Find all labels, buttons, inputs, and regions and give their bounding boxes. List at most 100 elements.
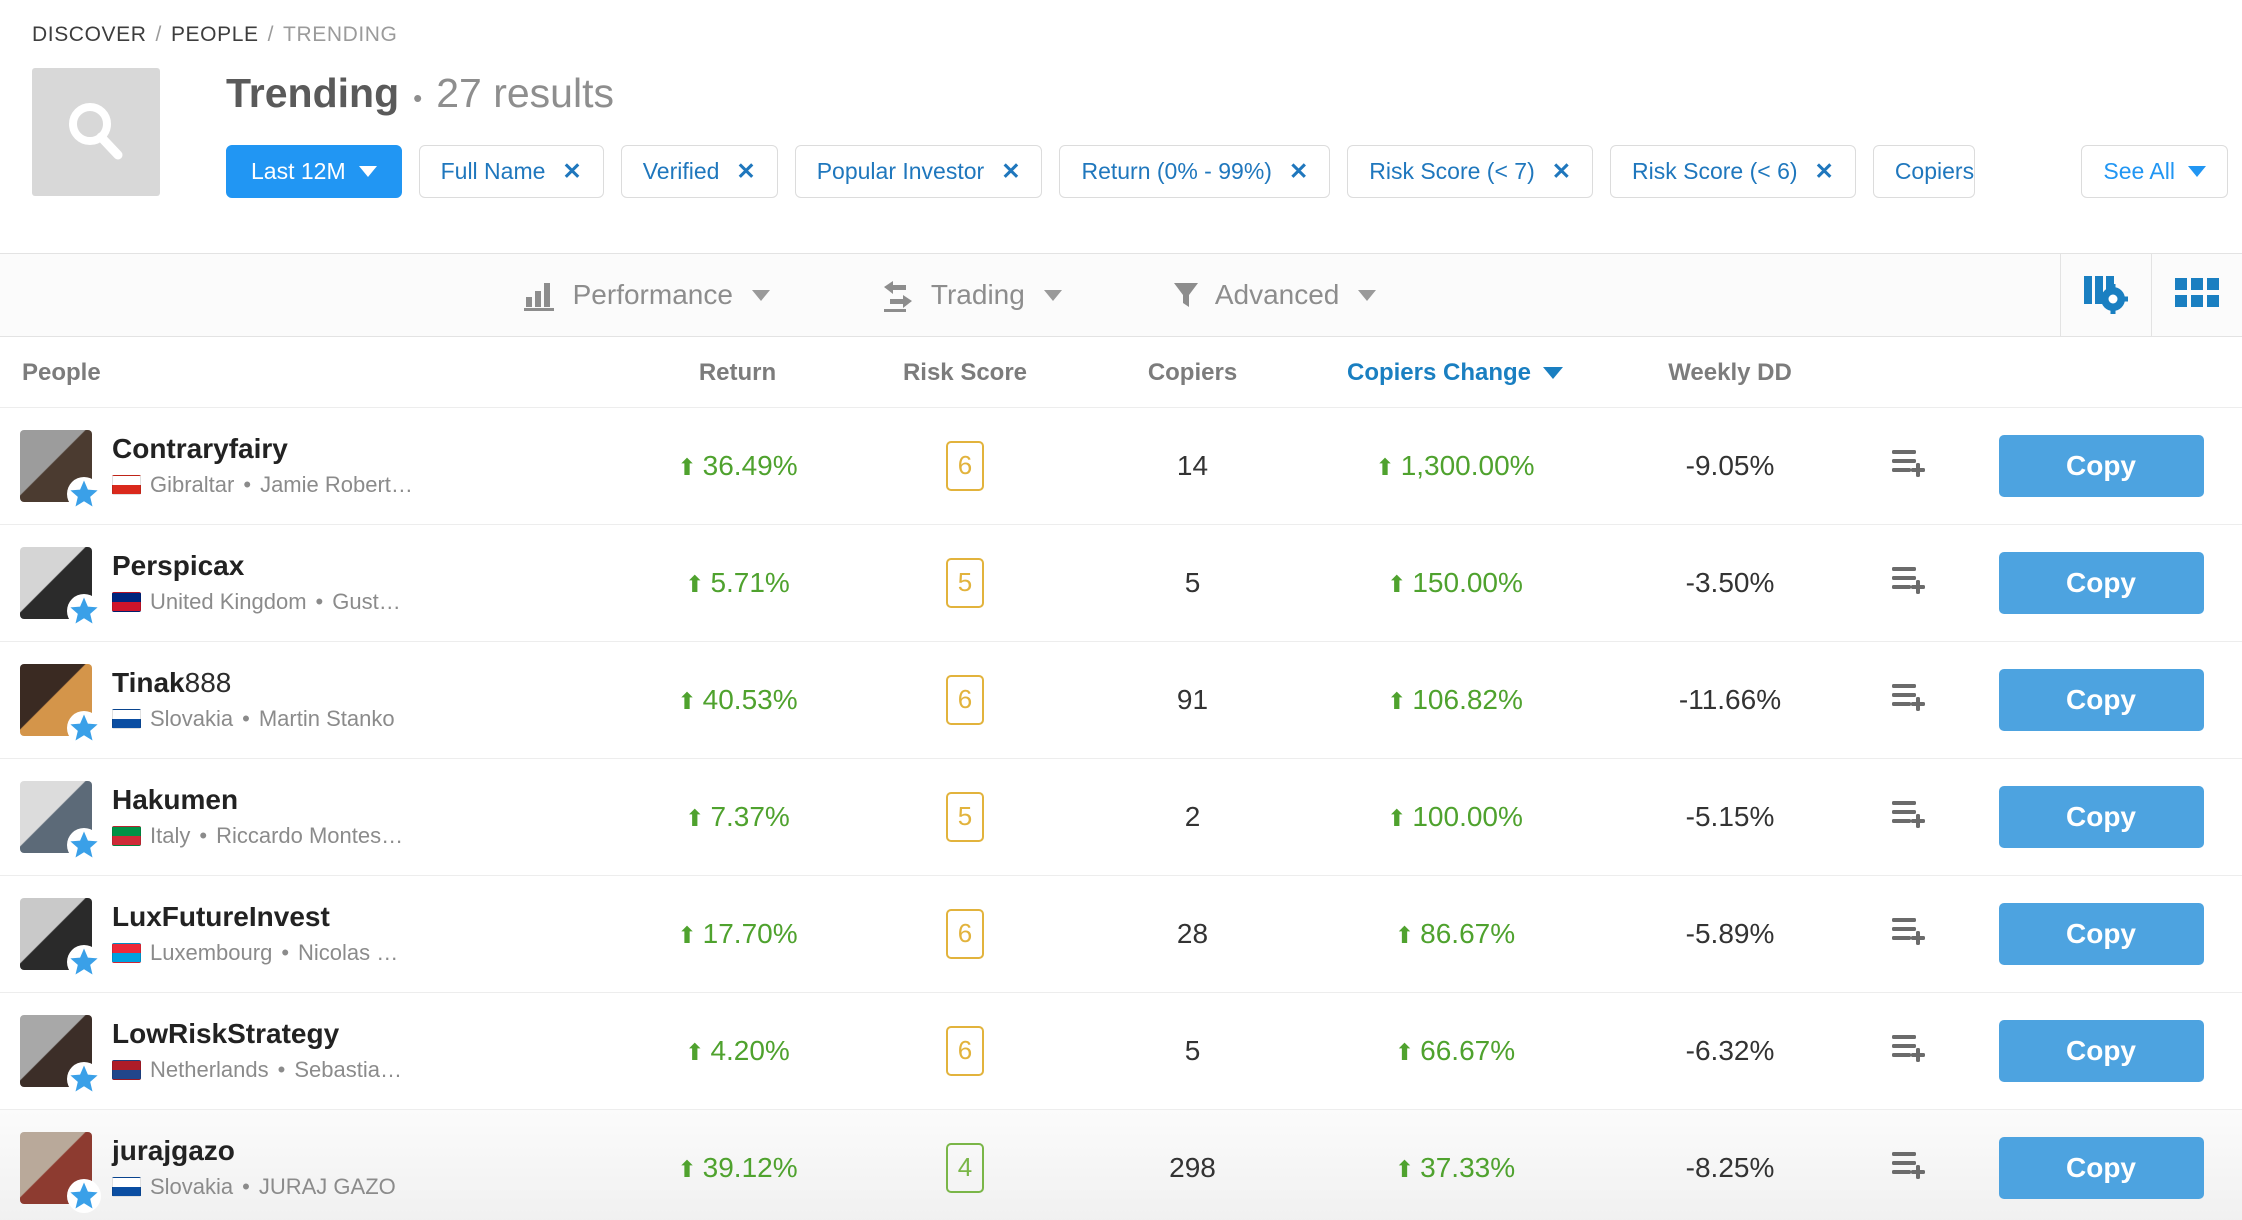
person-real-name: Martin Stanko <box>258 706 395 732</box>
cell-copiers-change: ⬆ 1,300.00% <box>1310 406 1600 524</box>
person-name[interactable]: Contraryfairy <box>112 433 413 465</box>
cell-copy[interactable]: Copy <box>1960 406 2242 524</box>
person-cell[interactable]: Perspicax United Kingdom • Gust… <box>0 546 620 628</box>
avatar[interactable] <box>20 780 101 862</box>
table-row[interactable]: LuxFutureInvest Luxembourg • Nicolas … ⬆ 17.7… <box>0 874 2242 992</box>
column-header-risk-score[interactable]: Risk Score <box>855 337 1075 407</box>
cell-copy[interactable]: Copy <box>1960 757 2242 875</box>
avatar[interactable] <box>20 1014 101 1096</box>
cell-copy[interactable]: Copy <box>1960 1108 2242 1220</box>
cell-person[interactable]: LowRiskStrategy Netherlands • Sebastia… <box>0 991 620 1109</box>
add-to-list-icon[interactable] <box>1890 445 1930 479</box>
person-cell[interactable]: LuxFutureInvest Luxembourg • Nicolas … <box>0 897 620 979</box>
column-header-copiers[interactable]: Copiers <box>1075 337 1310 407</box>
person-cell[interactable]: Tinak888 Slovakia • Martin Stanko <box>0 663 620 745</box>
filter-period-button[interactable]: Last 12M <box>226 144 402 198</box>
cell-person[interactable]: jurajgazo Slovakia • JURAJ GAZO <box>0 1108 620 1220</box>
column-header-return[interactable]: Return <box>620 337 855 407</box>
avatar[interactable] <box>20 1131 101 1213</box>
person-name[interactable]: LuxFutureInvest <box>112 901 398 933</box>
copy-button[interactable]: Copy <box>1998 902 2204 965</box>
risk-score-badge: 6 <box>946 1025 984 1076</box>
grid-view-button[interactable] <box>2151 254 2242 336</box>
cell-person[interactable]: Contraryfairy Gibraltar • Jamie Robert… <box>0 406 620 524</box>
cell-add-to-list[interactable] <box>1860 874 1960 992</box>
table-row[interactable]: Tinak888 Slovakia • Martin Stanko ⬆ 40.53% 6 91… <box>0 640 2242 758</box>
person-name[interactable]: LowRiskStrategy <box>112 1018 402 1050</box>
copy-button[interactable]: Copy <box>1998 551 2204 614</box>
table-row[interactable]: Perspicax United Kingdom • Gust… ⬆ 5.71% 5 5 ⬆ 15… <box>0 523 2242 641</box>
funnel-filter-icon <box>1172 280 1200 310</box>
cell-person[interactable]: Hakumen Italy • Riccardo Montes… <box>0 757 620 875</box>
weekly-dd-value: -8.25% <box>1685 1151 1775 1183</box>
person-name[interactable]: Tinak888 <box>112 667 395 699</box>
return-value: ⬆ 40.53% <box>677 683 798 715</box>
filter-chip-return[interactable]: Return (0% - 99%) ✕ <box>1059 144 1331 198</box>
toolbar-menu-advanced[interactable]: Advanced <box>1172 279 1377 311</box>
filter-chip-full-name[interactable]: Full Name ✕ <box>418 144 604 198</box>
cell-add-to-list[interactable] <box>1860 991 1960 1109</box>
person-cell[interactable]: LowRiskStrategy Netherlands • Sebastia… <box>0 1014 620 1096</box>
avatar[interactable] <box>20 897 101 979</box>
person-cell[interactable]: Hakumen Italy • Riccardo Montes… <box>0 780 620 862</box>
add-to-list-icon[interactable] <box>1890 1147 1930 1181</box>
columns-settings-button[interactable] <box>2060 254 2151 336</box>
table-row[interactable]: jurajgazo Slovakia • JURAJ GAZO ⬆ 39.12% 4 298 ⬆… <box>0 1108 2242 1220</box>
filter-chip-verified[interactable]: Verified ✕ <box>620 144 778 198</box>
add-to-list-icon[interactable] <box>1890 796 1930 830</box>
add-to-list-icon[interactable] <box>1890 679 1930 713</box>
person-meta: Netherlands • Sebastia… <box>112 1057 402 1083</box>
cell-person[interactable]: Perspicax United Kingdom • Gust… <box>0 523 620 641</box>
see-all-filters-button[interactable]: See All <box>2081 144 2228 198</box>
avatar[interactable] <box>20 546 101 628</box>
cell-copy[interactable]: Copy <box>1960 640 2242 758</box>
copy-button[interactable]: Copy <box>1998 434 2204 497</box>
avatar[interactable] <box>20 429 101 511</box>
verified-badge-icon <box>67 476 101 511</box>
cell-add-to-list[interactable] <box>1860 640 1960 758</box>
toolbar-menu-trading[interactable]: Trading <box>880 278 1062 312</box>
cell-person[interactable]: LuxFutureInvest Luxembourg • Nicolas … <box>0 874 620 992</box>
column-header-weekly-dd[interactable]: Weekly DD <box>1600 337 1860 407</box>
column-header-people[interactable]: People <box>0 337 620 407</box>
avatar[interactable] <box>20 663 101 745</box>
toolbar-menu-performance[interactable]: Performance <box>523 279 770 311</box>
close-icon[interactable]: ✕ <box>736 159 755 183</box>
table-row[interactable]: Contraryfairy Gibraltar • Jamie Robert… ⬆ 36.… <box>0 406 2242 524</box>
filter-chip-popular-investor[interactable]: Popular Investor ✕ <box>794 144 1043 198</box>
add-to-list-icon[interactable] <box>1890 1030 1930 1064</box>
person-cell[interactable]: jurajgazo Slovakia • JURAJ GAZO <box>0 1131 620 1213</box>
close-icon[interactable]: ✕ <box>562 159 581 183</box>
person-name[interactable]: jurajgazo <box>112 1135 396 1167</box>
person-cell[interactable]: Contraryfairy Gibraltar • Jamie Robert… <box>0 429 620 511</box>
cell-copy[interactable]: Copy <box>1960 523 2242 641</box>
add-to-list-icon[interactable] <box>1890 562 1930 596</box>
copy-button[interactable]: Copy <box>1998 785 2204 848</box>
copiers-change-value: ⬆ 37.33% <box>1394 1151 1516 1183</box>
filter-chip-risk-score-6[interactable]: Risk Score (< 6) ✕ <box>1610 144 1856 198</box>
cell-add-to-list[interactable] <box>1860 523 1960 641</box>
cell-copy[interactable]: Copy <box>1960 874 2242 992</box>
person-name[interactable]: Perspicax <box>112 550 401 582</box>
breadcrumb-item-discover[interactable]: DISCOVER <box>32 23 147 47</box>
table-row[interactable]: Hakumen Italy • Riccardo Montes… ⬆ 7.37% 5 2 ⬆ 10… <box>0 757 2242 875</box>
person-name[interactable]: Hakumen <box>112 784 403 816</box>
copy-button[interactable]: Copy <box>1998 1136 2204 1199</box>
filter-chip-risk-score-7[interactable]: Risk Score (< 7) ✕ <box>1347 144 1594 198</box>
filter-chip-copiers[interactable]: Copiers <box>1872 144 1976 198</box>
breadcrumb-item-people[interactable]: PEOPLE <box>171 23 259 47</box>
close-icon[interactable]: ✕ <box>1552 159 1571 183</box>
close-icon[interactable]: ✕ <box>1815 159 1834 183</box>
close-icon[interactable]: ✕ <box>1001 159 1020 183</box>
cell-copy[interactable]: Copy <box>1960 991 2242 1109</box>
table-row[interactable]: LowRiskStrategy Netherlands • Sebastia… ⬆ 4.2… <box>0 991 2242 1109</box>
close-icon[interactable]: ✕ <box>1289 159 1308 183</box>
cell-add-to-list[interactable] <box>1860 1108 1960 1220</box>
copy-button[interactable]: Copy <box>1998 1019 2204 1082</box>
cell-add-to-list[interactable] <box>1860 406 1960 524</box>
add-to-list-icon[interactable] <box>1890 913 1930 947</box>
copy-button[interactable]: Copy <box>1998 668 2204 731</box>
column-header-copiers-change[interactable]: Copiers Change <box>1310 337 1600 407</box>
cell-person[interactable]: Tinak888 Slovakia • Martin Stanko <box>0 640 620 758</box>
cell-add-to-list[interactable] <box>1860 757 1960 875</box>
